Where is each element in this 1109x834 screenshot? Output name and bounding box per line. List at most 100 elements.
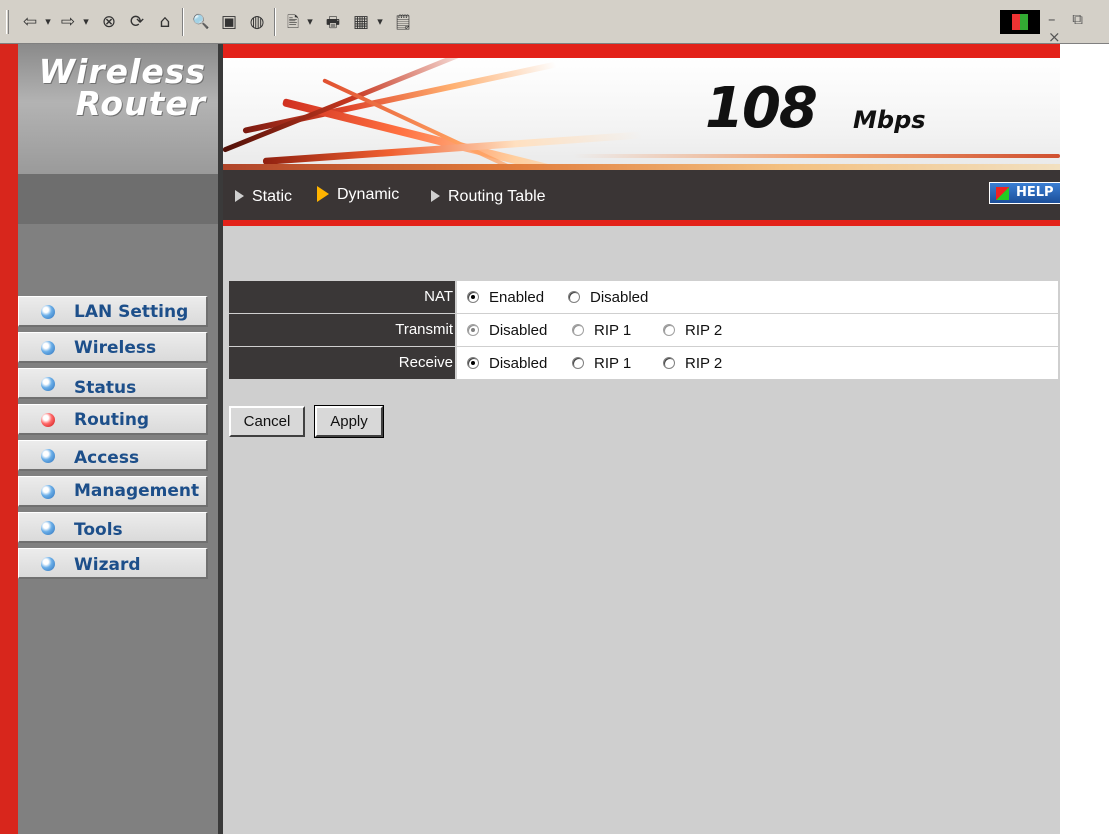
sidebar-band [18, 174, 218, 224]
tab-routing-table[interactable]: Routing Table [431, 188, 546, 206]
search-icon[interactable]: 🔍 [190, 9, 212, 35]
sidebar-item-label: Status [74, 378, 137, 398]
forward-dropdown-icon[interactable]: ▾ [80, 9, 92, 35]
bullet-icon [41, 485, 55, 499]
tab-dynamic[interactable]: Dynamic [317, 186, 399, 204]
sidebar-item-label: Routing [74, 410, 150, 430]
radio-button[interactable] [467, 357, 479, 369]
nat-options: Enabled Disabled [457, 281, 1058, 313]
active-bullet-icon [41, 413, 55, 427]
transmit-rip1-option[interactable]: RIP 1 [572, 322, 631, 339]
option-label: RIP 1 [594, 355, 632, 372]
toolbar-separator [182, 8, 184, 36]
forward-icon[interactable]: ⇨ [58, 9, 78, 35]
option-label: RIP 1 [594, 322, 632, 339]
edit-icon[interactable]: ▦ [350, 9, 372, 35]
radio-button[interactable] [663, 357, 675, 369]
radio-button[interactable] [467, 291, 479, 303]
brand-logo: Wireless Router [18, 44, 218, 174]
receive-label: Receive [229, 347, 455, 379]
receive-row: Receive Disabled RIP 1 RIP 2 [229, 347, 1058, 379]
bullet-icon [41, 305, 55, 319]
sidebar-item-label: Wireless [74, 338, 157, 358]
nat-row: NAT Enabled Disabled [229, 281, 1058, 313]
triangle-icon [431, 190, 440, 202]
sidebar-item-management[interactable]: Management [18, 476, 208, 507]
header-banner: 108 Mbps [223, 58, 1060, 170]
windows-logo-icon [1000, 10, 1040, 34]
banner-streak [573, 154, 1060, 158]
stop-icon[interactable]: ⊗ [98, 9, 120, 35]
banner-streak [262, 131, 643, 165]
print-icon[interactable]: 🖶 [322, 9, 344, 35]
receive-rip1-option[interactable]: RIP 1 [572, 355, 631, 372]
sidebar-item-lan-setting[interactable]: LAN Setting [18, 296, 208, 327]
discuss-icon[interactable]: 🗒 [392, 9, 414, 35]
bullet-icon [41, 557, 55, 571]
radio-button[interactable] [467, 324, 479, 336]
sidebar-item-label: Wizard [74, 555, 141, 575]
window-controls[interactable]: – ⧉ × [1048, 10, 1109, 46]
sidebar-item-access[interactable]: Access [18, 440, 208, 471]
media-icon[interactable]: ◍ [246, 9, 268, 35]
history-icon[interactable]: 🖹 [282, 9, 304, 35]
left-red-strip [0, 44, 18, 834]
refresh-icon[interactable]: ⟳ [126, 9, 148, 35]
radio-button[interactable] [572, 324, 584, 336]
bullet-icon [41, 521, 55, 535]
sidebar-item-tools[interactable]: Tools [18, 512, 208, 543]
tab-label: Dynamic [337, 186, 400, 203]
help-button[interactable]: HELP [989, 182, 1061, 204]
sidebar-item-wireless[interactable]: Wireless [18, 332, 208, 363]
help-label: HELP [1016, 185, 1054, 200]
tab-static[interactable]: Static [235, 188, 292, 206]
nat-label: NAT [229, 281, 455, 313]
toolbar-grip [6, 10, 9, 34]
right-margin [1060, 44, 1109, 834]
transmit-row: Transmit Disabled RIP 1 RIP 2 [229, 314, 1058, 346]
toolbar-separator [274, 8, 276, 36]
radio-button[interactable] [568, 291, 580, 303]
tab-label: Static [252, 188, 293, 205]
bullet-icon [41, 341, 55, 355]
home-icon[interactable]: ⌂ [154, 9, 176, 35]
brand-line-2: Router [75, 84, 206, 123]
sidebar-item-label: Access [74, 448, 140, 468]
banner-top-bar [223, 44, 1060, 58]
cancel-button[interactable]: Cancel [229, 406, 305, 437]
back-icon[interactable]: ⇦ [20, 9, 40, 35]
apply-button[interactable]: Apply [314, 405, 384, 438]
option-label: Enabled [489, 289, 545, 306]
help-icon [996, 187, 1009, 200]
nat-disabled-option[interactable]: Disabled [568, 289, 648, 306]
transmit-disabled-option[interactable]: Disabled [467, 322, 547, 339]
option-label: Disabled [489, 355, 548, 372]
option-label: Disabled [489, 322, 548, 339]
sidebar-item-label: LAN Setting [74, 302, 189, 322]
transmit-label: Transmit [229, 314, 455, 346]
history-dropdown-icon[interactable]: ▾ [304, 9, 316, 35]
sidebar-item-label: Tools [74, 520, 123, 540]
speed-number: 108 [705, 76, 818, 141]
sidebar-item-status[interactable]: Status [18, 368, 208, 399]
edit-dropdown-icon[interactable]: ▾ [374, 9, 386, 35]
radio-button[interactable] [572, 357, 584, 369]
transmit-options: Disabled RIP 1 RIP 2 [457, 314, 1058, 346]
receive-rip2-option[interactable]: RIP 2 [663, 355, 722, 372]
nat-enabled-option[interactable]: Enabled [467, 289, 544, 306]
sub-navigation: Static Dynamic Routing Table HELP [223, 170, 1061, 220]
option-label: RIP 2 [685, 322, 723, 339]
favorites-icon[interactable]: ▣ [218, 9, 240, 35]
receive-options: Disabled RIP 1 RIP 2 [457, 347, 1058, 379]
receive-disabled-option[interactable]: Disabled [467, 355, 547, 372]
option-label: Disabled [590, 289, 649, 306]
triangle-icon [235, 190, 244, 202]
sidebar-item-routing[interactable]: Routing [18, 404, 208, 435]
sidebar-item-wizard[interactable]: Wizard [18, 548, 208, 579]
radio-button[interactable] [663, 324, 675, 336]
sidebar-item-label: Management [74, 481, 200, 501]
transmit-rip2-option[interactable]: RIP 2 [663, 322, 722, 339]
back-dropdown-icon[interactable]: ▾ [42, 9, 54, 35]
bullet-icon [41, 377, 55, 391]
active-triangle-icon [317, 186, 329, 202]
